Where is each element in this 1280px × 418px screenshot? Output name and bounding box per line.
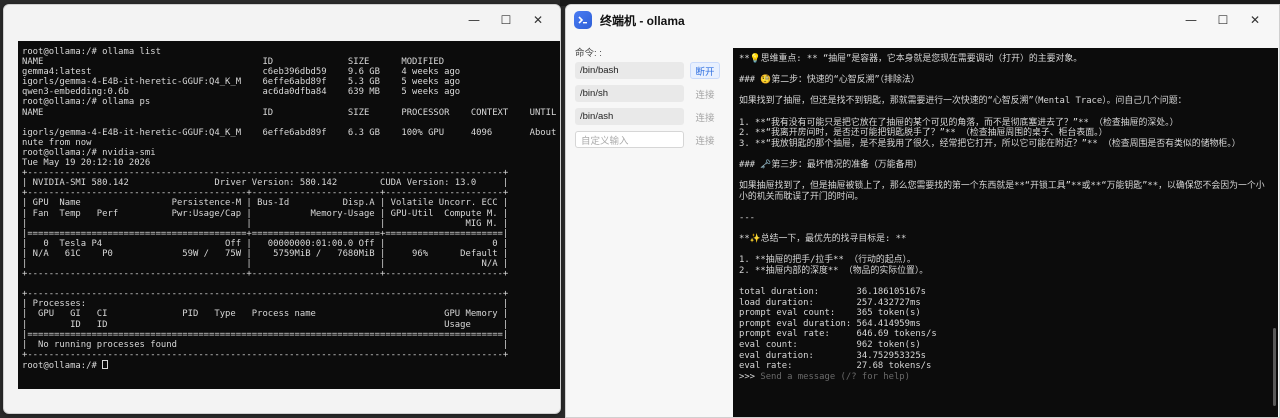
terminal-line: |=======================================… [22,329,509,340]
cursor-icon [102,359,109,369]
left-terminal-output[interactable]: root@ollama:/# ollama list NAME ID SIZE M… [18,41,560,389]
terminal-app-icon [574,11,592,29]
response-paragraph: 如果找到了抽屉，但还是找不到钥匙，那就需要进行一次快速的“心智反溯”（Menta… [739,96,1187,107]
terminal-line: | | | MIG M. | [22,218,509,229]
right-ollama-window: 终端机 - ollama — ☐ ✕ 命令: : /bin/bash 断开 /b… [565,4,1280,418]
terminal-line: igorls/gemma-4-E4B-it-heretic-GGUF:Q4_K_… [22,77,461,88]
stat-line: prompt eval duration: 564.414959ms [739,318,921,329]
response-paragraph: 1. **抽屉的把手/拉手** （行动的起点）。 [739,255,916,266]
terminal-line: | GPU GI CI PID Type Process name GPU Me… [22,309,509,320]
response-paragraph: --- [739,212,756,223]
stat-line: eval count: 962 token(s) [739,340,921,351]
terminal-line: | N/A 61C P0 59W / 75W | 5759MiB / 7680M… [22,248,509,259]
shell-row-ash: /bin/ash 连接 [575,108,725,125]
connect-button[interactable]: 连接 [690,108,720,125]
stats-block: total duration: 36.186105167s load durati… [739,287,1272,372]
stat-line: prompt eval rate: 646.69 tokens/s [739,329,937,340]
shell-path-bash[interactable]: /bin/bash [575,62,684,79]
terminal-line: nute from now [22,137,92,148]
close-icon[interactable]: ✕ [522,5,554,35]
terminal-line: root@ollama:/# nvidia-smi [22,147,156,158]
minimize-icon[interactable]: — [1175,5,1207,35]
chat-input-placeholder[interactable]: Send a message (/? for help) [760,372,910,382]
left-titlebar[interactable]: — ☐ ✕ [4,5,560,35]
stat-line: load duration: 257.432727ms [739,297,921,308]
stat-line: eval rate: 27.68 tokens/s [739,361,932,372]
response-paragraph: **✨总结一下，最优先的找寻目标是: ** [739,234,907,245]
stat-line: prompt eval count: 365 token(s) [739,308,921,319]
terminal-prompt-line[interactable]: root@ollama:/# [22,359,556,371]
disconnect-button[interactable]: 断开 [690,62,720,79]
terminal-line: | 0 Tesla P4 Off | 00000000:01:00.0 Off … [22,238,509,249]
shell-row-sh: /bin/sh 连接 [575,85,725,102]
terminal-line: +---------------------------------------… [22,168,509,179]
terminal-line: NAME ID SIZE MODIFIED [22,57,445,68]
right-titlebar[interactable]: 终端机 - ollama — ☐ ✕ [566,5,1279,35]
response-paragraph: 1. **“我有没有可能只是把它放在了抽屉的某个可见的角落，而不是彻底塞进去了？… [739,117,1179,128]
terminal-line: +---------------------------------------… [22,289,509,300]
minimize-icon[interactable]: — [458,5,490,35]
terminal-line: | Processes: | [22,299,509,310]
stat-line: total duration: 36.186105167s [739,287,927,298]
left-window-controls: — ☐ ✕ [458,5,554,35]
terminal-prompt: root@ollama:/# [22,360,103,371]
terminal-line: Tue May 19 20:12:10 2026 [22,158,151,169]
maximize-icon[interactable]: ☐ [490,5,522,35]
connect-button[interactable]: 连接 [690,85,720,102]
terminal-line: | GPU Name Persistence-M | Bus-Id Disp.A… [22,198,509,209]
shell-row-bash: /bin/bash 断开 [575,62,725,79]
terminal-line: | No running processes found | [22,339,509,350]
response-paragraph: ### 🗝️第三步：最坏情况的准备（万能备用） [739,159,923,170]
terminal-line: qwen3-embedding:0.6b ac6da0dfba84 639 MB… [22,87,461,98]
response-paragraph: 如果抽屉找到了，但是抽屉被锁上了，那么您需要找的第一个东西就是**“开锁工具”*… [739,181,1265,202]
custom-command-input[interactable]: 自定义输入 [575,131,684,148]
left-terminal-window: — ☐ ✕ root@ollama:/# ollama list NAME ID … [3,4,561,414]
response-paragraph: ### 🧐第二步：快速的“心智反溯”（排除法） [739,75,920,86]
terminal-line: | | | N/A | [22,258,509,269]
terminal-line: | ID ID Usage | [22,319,509,330]
ollama-terminal-output[interactable]: **💡思维重点: ** “抽屉”是容器，它本身就是您现在需要调动（打开）的主要对… [733,48,1278,417]
terminal-line: +---------------------------------------… [22,349,509,360]
command-label: 命令: : [575,48,602,59]
connect-button[interactable]: 连接 [690,131,720,148]
terminal-line: igorls/gemma-4-E4B-it-heretic-GGUF:Q4_K_… [22,127,560,138]
terminal-line: gemma4:latest c6eb396dbd59 9.6 GB 4 week… [22,67,461,78]
stat-line: eval duration: 34.752953325s [739,350,927,361]
terminal-line: NAME ID SIZE PROCESSOR CONTEXT UNTIL [22,107,557,118]
terminal-line: +---------------------------------------… [22,188,509,199]
window-title: 终端机 - ollama [600,13,685,28]
input-prompt: >>> [739,371,761,382]
shell-row-custom: 自定义输入 连接 [575,131,725,148]
response-text: **💡思维重点: ** “抽屉”是容器，它本身就是您现在需要调动（打开）的主要对… [739,54,1272,287]
terminal-line: root@ollama:/# ollama list [22,47,161,57]
shell-path-sh[interactable]: /bin/sh [575,85,684,102]
terminal-line: +---------------------------------------… [22,269,509,280]
response-paragraph: 2. **“我离开房间时，是否还可能把钥匙脱手了？”** （检查抽屉周围的桌子、… [739,128,1108,139]
terminal-line: |=======================================… [22,228,509,239]
close-icon[interactable]: ✕ [1239,5,1271,35]
right-window-controls: — ☐ ✕ [1175,5,1271,35]
response-paragraph: 3. **“我放钥匙的那个抽屉，是不是我用了很久，经常把它打开，所以它可能在附近… [739,138,1241,149]
response-paragraph: 2. **抽屉内部的深度** （物品的实际位置）。 [739,265,929,276]
terminal-line: | NVIDIA-SMI 580.142 Driver Version: 580… [22,178,509,189]
terminal-line: root@ollama:/# ollama ps [22,97,151,108]
maximize-icon[interactable]: ☐ [1207,5,1239,35]
terminal-line: | Fan Temp Perf Pwr:Usage/Cap | Memory-U… [22,208,509,219]
shell-path-ash[interactable]: /bin/ash [575,108,684,125]
chat-input-line[interactable]: >>> Send a message (/? for help) [739,372,1272,383]
response-paragraph: **💡思维重点: ** “抽屉”是容器，它本身就是您现在需要调动（打开）的主要对… [739,54,1083,64]
terminal-scrollbar[interactable] [1273,328,1276,406]
